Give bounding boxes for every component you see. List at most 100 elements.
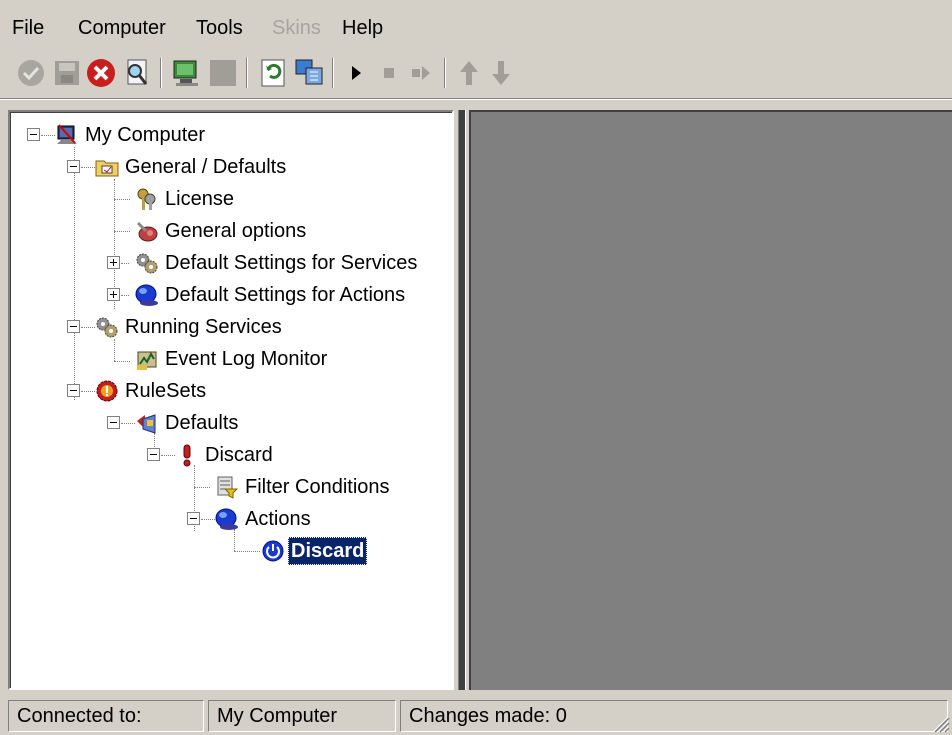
collapse-toggle[interactable] bbox=[67, 320, 80, 333]
gears-icon bbox=[96, 317, 118, 338]
refresh-icon bbox=[261, 59, 285, 87]
rule-icon bbox=[183, 444, 191, 467]
tree-node-label: General / Defaults bbox=[125, 156, 287, 178]
menu-tools[interactable]: Tools bbox=[196, 14, 243, 42]
toolbar-separator bbox=[444, 58, 446, 88]
actions-icon bbox=[215, 508, 238, 530]
tree-connector bbox=[194, 487, 210, 488]
actions-icon bbox=[135, 284, 158, 306]
tree-connector bbox=[81, 167, 95, 168]
tree-connector bbox=[121, 423, 135, 424]
collapse-toggle[interactable] bbox=[187, 512, 200, 525]
collapse-toggle[interactable] bbox=[67, 384, 80, 397]
tree-node-label: Default Settings for Actions bbox=[165, 284, 406, 306]
move-up-icon bbox=[460, 61, 478, 85]
resize-grip-icon[interactable] bbox=[928, 711, 950, 733]
expand-toggle[interactable] bbox=[107, 288, 120, 301]
menu-tools-label: Tools bbox=[196, 17, 243, 39]
step-button[interactable] bbox=[404, 56, 438, 90]
tree-node-label: General options bbox=[165, 220, 307, 242]
step-icon bbox=[412, 66, 430, 80]
tree-connector bbox=[114, 339, 115, 361]
toolbar-separator bbox=[160, 58, 162, 88]
find-button[interactable] bbox=[120, 56, 154, 90]
folder-icon bbox=[95, 160, 119, 177]
move-down-icon bbox=[492, 61, 510, 85]
tree-connector bbox=[74, 147, 75, 400]
save-icon bbox=[55, 61, 79, 85]
tree-connector bbox=[114, 231, 130, 232]
tree-node-label: My Computer bbox=[85, 124, 206, 146]
apply-icon bbox=[18, 60, 44, 86]
properties-icon bbox=[295, 59, 323, 85]
tree-connector bbox=[201, 519, 215, 520]
filter-icon bbox=[217, 476, 239, 499]
connect-icon bbox=[173, 60, 198, 86]
delete-button[interactable] bbox=[84, 56, 118, 90]
ruleset-defaults-icon bbox=[137, 414, 156, 434]
tree-view: My Computer General / Defaults License G… bbox=[10, 112, 452, 688]
save-button[interactable] bbox=[50, 56, 84, 90]
menu-skins-label: Skins bbox=[272, 17, 321, 39]
tree-connector bbox=[114, 199, 130, 200]
menu-help[interactable]: Help bbox=[342, 14, 383, 42]
menu-computer-label: Computer bbox=[78, 17, 166, 39]
toolbar bbox=[0, 50, 952, 96]
collapse-toggle[interactable] bbox=[147, 448, 160, 461]
rulesets-icon bbox=[96, 380, 118, 402]
menu-skins[interactable]: Skins bbox=[272, 14, 321, 42]
power-icon bbox=[262, 540, 284, 562]
disconnect-icon bbox=[210, 60, 236, 86]
expand-toggle[interactable] bbox=[107, 256, 120, 269]
configuration-tree[interactable]: My Computer General / Defaults License G… bbox=[8, 110, 454, 690]
menu-help-label: Help bbox=[342, 17, 384, 39]
tree-node-label: Discard bbox=[288, 537, 368, 565]
tree-node-label: Defaults bbox=[165, 412, 239, 434]
tree-node-label: License bbox=[165, 188, 234, 210]
tree-node-label: Event Log Monitor bbox=[165, 348, 328, 370]
tree-connector bbox=[114, 361, 130, 362]
panel-splitter[interactable] bbox=[456, 110, 468, 690]
status-changes: Changes made: 0 bbox=[400, 700, 948, 732]
menu-computer[interactable]: Computer bbox=[78, 14, 166, 42]
collapse-toggle[interactable] bbox=[67, 160, 80, 173]
move-up-button[interactable] bbox=[452, 56, 486, 90]
tree-connector bbox=[121, 295, 129, 296]
collapse-toggle[interactable] bbox=[107, 416, 120, 429]
splitter-handle[interactable] bbox=[458, 110, 466, 690]
stop-button[interactable] bbox=[372, 56, 406, 90]
connect-button[interactable] bbox=[170, 56, 204, 90]
status-connected-text: Connected to: bbox=[17, 705, 142, 727]
tree-node-label: Discard bbox=[205, 444, 273, 466]
tree-connector bbox=[234, 529, 235, 551]
tree-connector bbox=[81, 391, 95, 392]
find-icon bbox=[127, 59, 148, 85]
tree-connector bbox=[234, 551, 260, 552]
tree-connector bbox=[161, 455, 175, 456]
menu-bar: File Computer Tools Skins Help bbox=[0, 0, 952, 48]
tree-node-label: Actions bbox=[245, 508, 311, 530]
status-changes-text: Changes made: 0 bbox=[409, 705, 567, 727]
tree-node-label: RuleSets bbox=[125, 380, 207, 402]
tree-node-label: Default Settings for Services bbox=[165, 252, 418, 274]
status-connected-label: Connected to: bbox=[8, 700, 204, 732]
tree-connector bbox=[41, 135, 55, 136]
move-down-button[interactable] bbox=[484, 56, 518, 90]
toolbar-separator bbox=[246, 58, 248, 88]
gears-icon bbox=[136, 253, 158, 274]
play-button[interactable] bbox=[340, 56, 374, 90]
keys-icon bbox=[137, 188, 156, 210]
stop-icon bbox=[384, 68, 394, 78]
collapse-toggle[interactable] bbox=[27, 128, 40, 141]
tree-connector bbox=[121, 263, 129, 264]
properties-button[interactable] bbox=[292, 56, 326, 90]
refresh-button[interactable] bbox=[256, 56, 290, 90]
menu-file-label: File bbox=[12, 17, 45, 39]
disconnect-button[interactable] bbox=[206, 56, 240, 90]
toolbar-separator bbox=[332, 58, 334, 88]
apply-button[interactable] bbox=[14, 56, 48, 90]
status-computer-name: My Computer bbox=[208, 700, 396, 732]
detail-panel bbox=[469, 110, 952, 690]
status-computer-text: My Computer bbox=[217, 705, 338, 727]
menu-file[interactable]: File bbox=[12, 14, 44, 42]
